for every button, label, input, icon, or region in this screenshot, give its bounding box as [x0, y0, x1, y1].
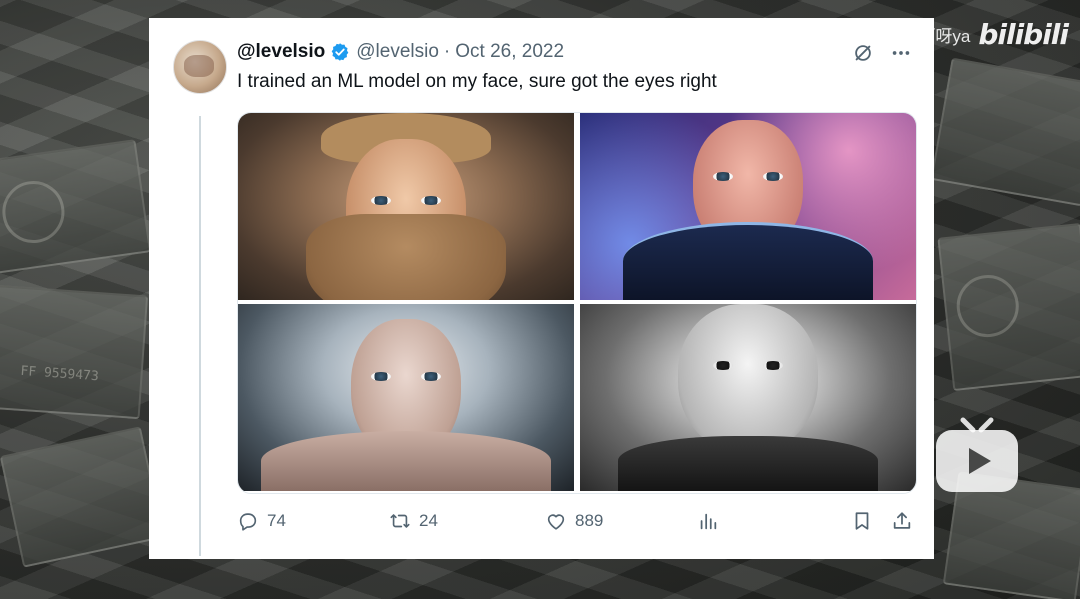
media-image-4[interactable]: [580, 304, 916, 491]
tweet-date[interactable]: Oct 26, 2022: [455, 41, 564, 63]
reply-icon: [239, 513, 257, 531]
separator-dot: ·: [443, 41, 451, 62]
media-image-3[interactable]: [238, 304, 574, 491]
image-space-suit: [623, 222, 873, 300]
thread-line: [199, 116, 201, 556]
image-collar: [618, 436, 878, 491]
uploader-name: 叔叔啊呀ya: [884, 27, 971, 46]
video-watermark: 叔叔啊呀ya bilibili: [884, 18, 1069, 51]
share-button[interactable]: [891, 510, 913, 532]
tweet-card[interactable]: @levelsio @levelsio · Oct 26, 2022 I tra…: [149, 18, 934, 559]
background-bill: [937, 222, 1080, 392]
retweet-button[interactable]: 24: [389, 510, 438, 532]
views-button[interactable]: [697, 510, 719, 532]
bilibili-logo: bilibili: [978, 18, 1069, 51]
media-grid: [237, 112, 917, 494]
reply-button[interactable]: 74: [237, 510, 286, 532]
background-bill: [0, 139, 152, 275]
media-image-1[interactable]: [238, 113, 574, 300]
background-bill: FF 9559473: [0, 284, 149, 420]
like-count: 889: [575, 511, 604, 530]
media-image-2[interactable]: [580, 113, 916, 300]
tweet-text: I trained an ML model on my face, sure g…: [237, 71, 717, 92]
bookmark-icon: [855, 512, 869, 530]
views-icon: [700, 513, 717, 530]
video-frame: FF 9559473 @levelsio @levelsio · Oct 26,…: [0, 0, 1080, 599]
like-icon: [547, 514, 565, 530]
share-icon: [893, 512, 911, 529]
image-shoulders: [261, 431, 551, 491]
image-face: [678, 304, 818, 454]
like-button[interactable]: 889: [545, 510, 603, 532]
display-name[interactable]: @levelsio: [237, 41, 325, 63]
retweet-count: 24: [419, 511, 438, 530]
avatar[interactable]: [173, 40, 227, 94]
grok-icon[interactable]: [852, 42, 874, 64]
retweet-icon: [390, 514, 410, 528]
tweet-action-bar: 74 24 889: [237, 510, 917, 536]
reply-count: 74: [267, 511, 286, 530]
bookmark-button[interactable]: [851, 510, 873, 532]
image-beard: [306, 213, 506, 300]
verified-badge-icon: [331, 43, 349, 61]
play-icon[interactable]: [933, 416, 1021, 496]
tweet-header: @levelsio @levelsio · Oct 26, 2022: [237, 41, 564, 63]
handle[interactable]: @levelsio: [356, 41, 439, 63]
